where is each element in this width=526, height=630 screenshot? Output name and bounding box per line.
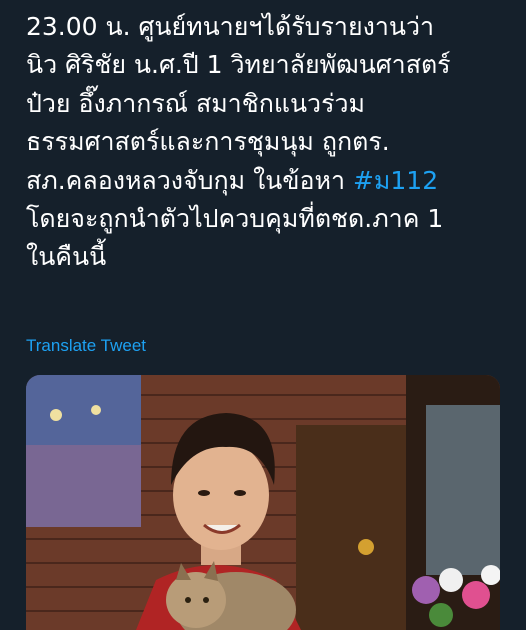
- flower-bouquet: [412, 576, 440, 604]
- painting-street: [26, 445, 141, 527]
- tweet-text-line: 23.00 น. ศูนย์ทนายฯได้รับรายงานว่า: [26, 12, 435, 41]
- flower-bouquet: [462, 581, 490, 609]
- tweet-text-line: ในคืนนี้: [26, 242, 107, 272]
- cat-eye: [185, 597, 191, 603]
- flower-bouquet: [439, 568, 463, 592]
- tweet-card: 23.00 น. ศูนย์ทนายฯได้รับรายงานว่า นิว ศ…: [0, 0, 526, 630]
- translate-tweet-link[interactable]: Translate Tweet: [26, 336, 146, 356]
- tweet-text: 23.00 น. ศูนย์ทนายฯได้รับรายงานว่า นิว ศ…: [26, 8, 516, 277]
- painting-sky: [26, 375, 141, 445]
- person-eye: [234, 490, 246, 496]
- cabinet-ornament: [358, 539, 374, 555]
- tweet-text-line: ธรรมศาสตร์และการชุมนุม ถูกตร.: [26, 127, 390, 157]
- photo-image: [26, 375, 500, 630]
- person-eye: [198, 490, 210, 496]
- tweet-text-line: โดยจะถูกนำตัวไปควบคุมที่ตชด.ภาค 1: [26, 203, 444, 233]
- tweet-text-line-with-hashtag: สภ.คลองหลวงจับกุม ในข้อหา #ม112: [26, 162, 516, 200]
- cat-eye: [203, 597, 209, 603]
- painting-lamp: [91, 405, 101, 415]
- tweet-text-line: นิว ศิริชัย น.ศ.ปี 1 วิทยาลัยพัฒนศาสตร์: [26, 50, 451, 80]
- tweet-text-segment: สภ.คลองหลวงจับกุม ในข้อหา: [26, 165, 353, 195]
- hashtag-link[interactable]: #ม112: [353, 166, 438, 195]
- window-light: [426, 405, 500, 575]
- painting-lamp: [50, 409, 62, 421]
- wooden-cabinet: [296, 425, 406, 630]
- tweet-text-line: ป๋วย อึ๊งภากรณ์ สมาชิกแนวร่วม: [26, 88, 366, 118]
- tweet-photo[interactable]: [26, 375, 500, 630]
- flower-leaves: [429, 603, 453, 627]
